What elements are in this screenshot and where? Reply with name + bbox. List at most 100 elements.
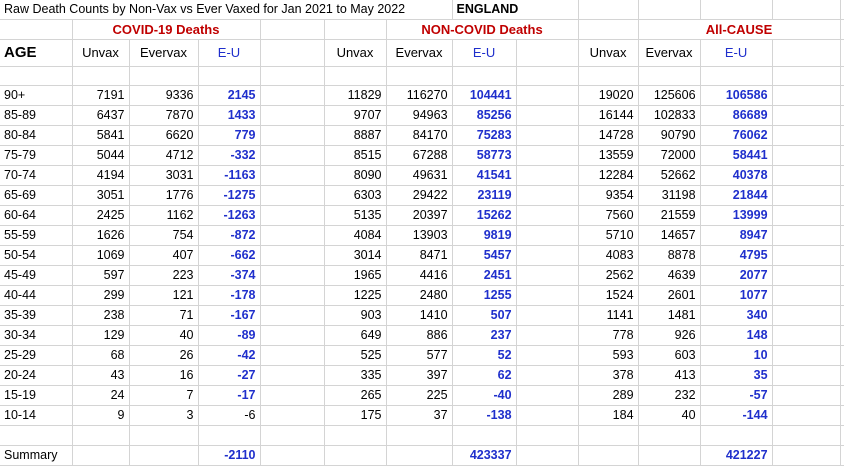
empty-cell[interactable] bbox=[772, 345, 841, 367]
covid-evervax-cell[interactable]: 121 bbox=[129, 285, 199, 307]
covid-unvax-cell[interactable]: 4194 bbox=[72, 165, 130, 187]
age-cell[interactable]: 10-14 bbox=[0, 405, 73, 427]
covid-eu-cell[interactable]: 1433 bbox=[198, 105, 261, 127]
age-cell[interactable]: 85-89 bbox=[0, 105, 73, 127]
covid-eu-cell[interactable]: -1275 bbox=[198, 185, 261, 207]
empty-cell[interactable] bbox=[772, 405, 841, 427]
empty-cell[interactable] bbox=[772, 185, 841, 207]
covid-evervax-cell[interactable]: 3 bbox=[129, 405, 199, 427]
noncovid-unvax-cell[interactable]: 8887 bbox=[324, 125, 387, 147]
empty-cell[interactable] bbox=[260, 245, 325, 267]
empty-cell[interactable] bbox=[840, 165, 844, 187]
empty-cell[interactable] bbox=[260, 85, 325, 107]
covid-unvax-cell[interactable]: 1626 bbox=[72, 225, 130, 247]
empty-cell[interactable] bbox=[772, 285, 841, 307]
empty-cell[interactable] bbox=[772, 385, 841, 407]
sheet-title[interactable]: Raw Death Counts by Non-Vax vs Ever Vaxe… bbox=[0, 0, 453, 20]
covid-eu-cell[interactable]: -6 bbox=[198, 405, 261, 427]
age-cell[interactable]: 15-19 bbox=[0, 385, 73, 407]
noncovid-eu-cell[interactable]: 104441 bbox=[452, 85, 517, 107]
noncovid-unvax-cell[interactable]: 265 bbox=[324, 385, 387, 407]
empty-cell[interactable] bbox=[0, 425, 73, 446]
empty-cell[interactable] bbox=[516, 445, 579, 466]
empty-cell[interactable] bbox=[516, 105, 579, 127]
noncovid-unvax-cell[interactable]: 11829 bbox=[324, 85, 387, 107]
allcause-evervax-cell[interactable]: 90790 bbox=[638, 125, 701, 147]
noncovid-evervax-cell[interactable]: 225 bbox=[386, 385, 453, 407]
empty-cell[interactable] bbox=[772, 85, 841, 107]
allcause-eu-cell[interactable]: 340 bbox=[700, 305, 773, 327]
empty-cell[interactable] bbox=[772, 245, 841, 267]
empty-cell[interactable] bbox=[72, 425, 130, 446]
noncovid-eu-cell[interactable]: 75283 bbox=[452, 125, 517, 147]
noncovid-evervax-cell[interactable]: 94963 bbox=[386, 105, 453, 127]
noncovid-evervax-cell[interactable]: 8471 bbox=[386, 245, 453, 267]
allcause-unvax-cell[interactable]: 9354 bbox=[578, 185, 639, 207]
allcause-eu-cell[interactable]: 1077 bbox=[700, 285, 773, 307]
empty-cell[interactable] bbox=[386, 425, 453, 446]
noncovid-evervax-cell[interactable]: 84170 bbox=[386, 125, 453, 147]
summary-noncovid-eu[interactable]: 423337 bbox=[452, 445, 517, 466]
empty-cell[interactable] bbox=[516, 125, 579, 147]
covid-evervax-cell[interactable]: 3031 bbox=[129, 165, 199, 187]
allcause-unvax-cell[interactable]: 5710 bbox=[578, 225, 639, 247]
empty-cell[interactable] bbox=[260, 165, 325, 187]
empty-cell[interactable] bbox=[840, 85, 844, 107]
allcause-unvax-cell[interactable]: 289 bbox=[578, 385, 639, 407]
noncovid-eu-cell[interactable]: 58773 bbox=[452, 145, 517, 167]
noncovid-unvax-cell[interactable]: 8090 bbox=[324, 165, 387, 187]
empty-cell[interactable] bbox=[260, 185, 325, 207]
age-cell[interactable]: 60-64 bbox=[0, 205, 73, 227]
empty-cell[interactable] bbox=[516, 305, 579, 327]
allcause-unvax-cell[interactable]: 13559 bbox=[578, 145, 639, 167]
noncovid-evervax-cell[interactable]: 886 bbox=[386, 325, 453, 347]
noncovid-eu-cell[interactable]: 5457 bbox=[452, 245, 517, 267]
noncovid-evervax-cell[interactable]: 397 bbox=[386, 365, 453, 387]
covid-evervax-cell[interactable]: 223 bbox=[129, 265, 199, 287]
empty-cell[interactable] bbox=[516, 425, 579, 446]
empty-cell[interactable] bbox=[260, 265, 325, 287]
covid-eu-cell[interactable]: 2145 bbox=[198, 85, 261, 107]
noncovid-evervax-cell[interactable]: 49631 bbox=[386, 165, 453, 187]
noncovid-eu-cell[interactable]: 15262 bbox=[452, 205, 517, 227]
noncovid-evervax-cell[interactable]: 29422 bbox=[386, 185, 453, 207]
allcause-eu-header[interactable]: E-U bbox=[700, 39, 773, 67]
covid-unvax-cell[interactable]: 1069 bbox=[72, 245, 130, 267]
empty-cell[interactable] bbox=[260, 345, 325, 367]
empty-cell[interactable] bbox=[260, 425, 325, 446]
covid-evervax-cell[interactable]: 40 bbox=[129, 325, 199, 347]
covid-unvax-header[interactable]: Unvax bbox=[72, 39, 130, 67]
allcause-eu-cell[interactable]: 4795 bbox=[700, 245, 773, 267]
covid-eu-cell[interactable]: -89 bbox=[198, 325, 261, 347]
empty-cell[interactable] bbox=[260, 125, 325, 147]
covid-eu-cell[interactable]: 779 bbox=[198, 125, 261, 147]
empty-cell[interactable] bbox=[772, 125, 841, 147]
noncovid-unvax-cell[interactable]: 9707 bbox=[324, 105, 387, 127]
allcause-eu-cell[interactable]: 8947 bbox=[700, 225, 773, 247]
age-cell[interactable]: 90+ bbox=[0, 85, 73, 107]
noncovid-unvax-cell[interactable]: 1965 bbox=[324, 265, 387, 287]
covid-unvax-cell[interactable]: 7191 bbox=[72, 85, 130, 107]
empty-cell[interactable] bbox=[772, 425, 841, 446]
covid-unvax-cell[interactable]: 129 bbox=[72, 325, 130, 347]
allcause-unvax-cell[interactable]: 7560 bbox=[578, 205, 639, 227]
empty-cell[interactable] bbox=[516, 385, 579, 407]
allcause-eu-cell[interactable]: 40378 bbox=[700, 165, 773, 187]
noncovid-unvax-header[interactable]: Unvax bbox=[324, 39, 387, 67]
covid-eu-cell[interactable]: -17 bbox=[198, 385, 261, 407]
noncovid-eu-cell[interactable]: 507 bbox=[452, 305, 517, 327]
empty-cell[interactable] bbox=[260, 145, 325, 167]
empty-cell[interactable] bbox=[516, 245, 579, 267]
noncovid-evervax-cell[interactable]: 13903 bbox=[386, 225, 453, 247]
empty-cell[interactable] bbox=[260, 385, 325, 407]
allcause-unvax-cell[interactable]: 378 bbox=[578, 365, 639, 387]
noncovid-unvax-cell[interactable]: 6303 bbox=[324, 185, 387, 207]
empty-cell[interactable] bbox=[840, 265, 844, 287]
empty-cell[interactable] bbox=[260, 285, 325, 307]
covid-eu-cell[interactable]: -1263 bbox=[198, 205, 261, 227]
covid-eu-cell[interactable]: -1163 bbox=[198, 165, 261, 187]
empty-cell[interactable] bbox=[772, 365, 841, 387]
covid-evervax-cell[interactable]: 6620 bbox=[129, 125, 199, 147]
allcause-unvax-cell[interactable]: 1141 bbox=[578, 305, 639, 327]
allcause-evervax-cell[interactable]: 72000 bbox=[638, 145, 701, 167]
